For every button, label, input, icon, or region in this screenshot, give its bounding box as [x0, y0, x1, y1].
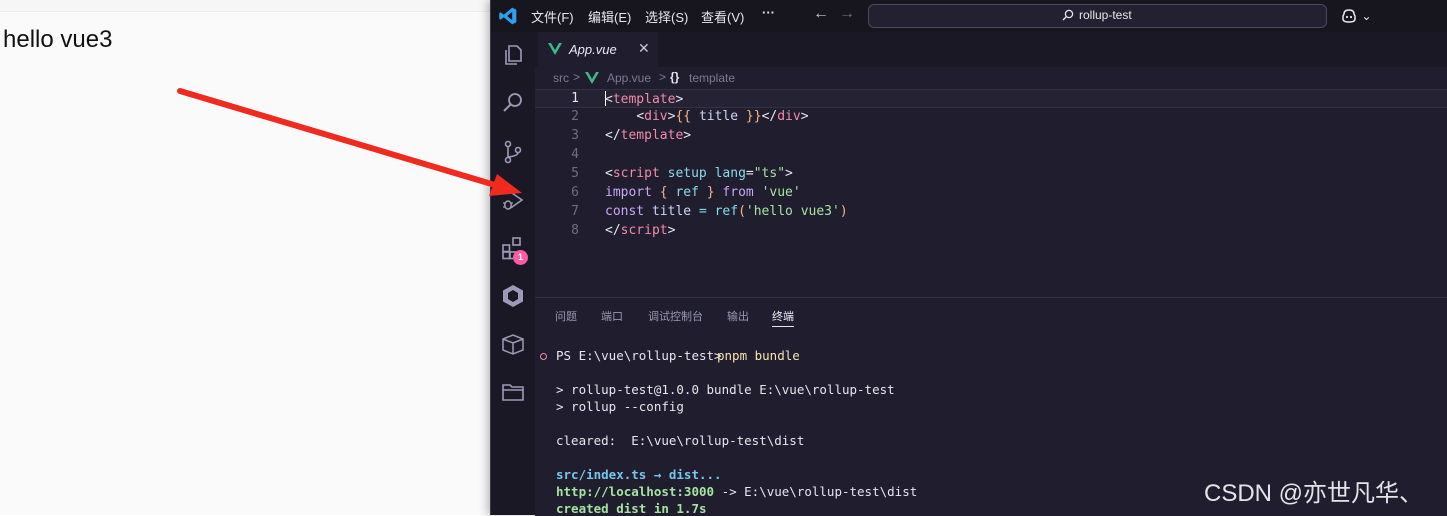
code-editor[interactable]: 1 <template> 2 <div>{{ title }}</div> 3 … [535, 89, 1447, 297]
terminal-line: > rollup-test@1.0.0 bundle E:\vue\rollup… [556, 382, 895, 397]
code-text: const title = ref('hello vue3') [605, 204, 848, 219]
editor-tabs: App.vue ✕ [535, 32, 1447, 67]
server-target: -> E:\vue\rollup-test\dist [714, 484, 918, 499]
line-number: 8 [571, 223, 579, 238]
close-icon[interactable]: ✕ [638, 40, 650, 57]
activity-bar: 1 [491, 32, 535, 515]
terminal-line: cleared: E:\vue\rollup-test\dist [556, 433, 805, 448]
back-arrow-icon[interactable]: ← [813, 5, 829, 23]
line-number: 2 [571, 109, 579, 124]
search-icon[interactable] [500, 90, 526, 116]
vscode-logo-icon [499, 7, 517, 25]
terminal-command: pnpm bundle [717, 348, 800, 363]
package-icon[interactable] [500, 331, 526, 357]
breadcrumb-symbol[interactable]: template [689, 71, 735, 85]
breadcrumb-folder[interactable]: src [553, 71, 569, 85]
vue-file-icon [585, 72, 599, 84]
code-text: import { ref } from 'vue' [605, 185, 801, 200]
rendered-app-text: hello vue3 [3, 26, 113, 53]
terminal-line: src/index.ts → dist... [556, 467, 722, 482]
breadcrumb-file[interactable]: App.vue [607, 71, 651, 85]
title-bar: 文件(F) 编辑(E) 选择(S) 查看(V) ··· ← → rollup-t… [491, 0, 1447, 32]
code-line: 2 <div>{{ title }}</div> [535, 108, 1447, 127]
vscode-window: 文件(F) 编辑(E) 选择(S) 查看(V) ··· ← → rollup-t… [490, 0, 1447, 516]
browser-toolbar-edge [0, 0, 490, 12]
browser-preview: hello vue3 [0, 0, 490, 515]
line-number: 6 [571, 185, 579, 200]
source-control-icon[interactable] [500, 139, 526, 165]
remote-icon[interactable] [500, 283, 526, 309]
code-text: <template> [605, 91, 684, 107]
code-text: <div>{{ title }}</div> [636, 109, 809, 124]
vue-file-icon [548, 43, 562, 55]
breadcrumb-separator: > [573, 70, 581, 84]
tab-debug-console[interactable]: 调试控制台 [648, 308, 703, 324]
tab-label: App.vue [569, 42, 617, 57]
search-icon [1062, 9, 1074, 21]
terminal-prompt-line: PS E:\vue\rollup-test> pnpm bundle [535, 348, 1435, 365]
watermark: CSDN @亦世凡华、 [1204, 480, 1424, 507]
folder-icon[interactable] [500, 379, 526, 405]
error-status-icon [540, 353, 547, 360]
explorer-icon[interactable] [500, 42, 526, 68]
code-line: 3 </template> [535, 127, 1447, 146]
tab-ports[interactable]: 端口 [601, 308, 623, 324]
code-line: 8 </script> [535, 222, 1447, 241]
copilot-icon [1342, 9, 1356, 23]
line-number: 4 [571, 147, 579, 162]
code-line: 4 [535, 146, 1447, 165]
terminal-line: http://localhost:3000 -> E:\vue\rollup-t… [556, 484, 917, 499]
code-text: <script setup lang="ts"> [605, 166, 793, 181]
line-number: 5 [571, 166, 579, 181]
line-number: 7 [571, 204, 579, 219]
symbol-braces-icon: {} [670, 70, 680, 84]
run-debug-icon[interactable] [500, 187, 526, 213]
terminal-line: created dist in 1.7s [556, 501, 707, 516]
menu-file[interactable]: 文件(F) [531, 7, 574, 26]
terminal-prompt: PS E:\vue\rollup-test> [556, 348, 730, 363]
tab-app-vue[interactable]: App.vue ✕ [538, 32, 658, 67]
menu-selection[interactable]: 选择(S) [645, 7, 688, 26]
chevron-down-icon: ⌄ [1361, 8, 1372, 23]
breadcrumb: src > App.vue > {} template [535, 67, 1447, 89]
forward-arrow-icon[interactable]: → [839, 5, 855, 23]
tab-problems[interactable]: 问题 [555, 308, 577, 324]
menu-view[interactable]: 查看(V) [701, 7, 744, 26]
extensions-badge: 1 [513, 250, 528, 265]
code-line: 5 <script setup lang="ts"> [535, 165, 1447, 184]
code-line: 6 import { ref } from 'vue' [535, 184, 1447, 203]
search-text: rollup-test [1079, 8, 1132, 22]
terminal-line: > rollup --config [556, 399, 684, 414]
command-center-search[interactable]: rollup-test [868, 4, 1327, 28]
server-url: http://localhost:3000 [556, 484, 715, 499]
menu-more[interactable]: ··· [762, 5, 775, 20]
menu-edit[interactable]: 编辑(E) [588, 7, 631, 26]
tab-output[interactable]: 输出 [727, 308, 749, 324]
code-line: 1 <template> [535, 89, 1447, 108]
line-number: 1 [571, 91, 579, 106]
code-text: </script> [605, 223, 676, 238]
line-number: 3 [571, 128, 579, 143]
breadcrumb-separator: > [659, 70, 667, 84]
code-line: 7 const title = ref('hello vue3') [535, 203, 1447, 222]
tab-terminal[interactable]: 终端 [772, 308, 794, 327]
code-text: </template> [605, 128, 692, 143]
copilot-button[interactable]: ⌄ [1341, 7, 1372, 25]
